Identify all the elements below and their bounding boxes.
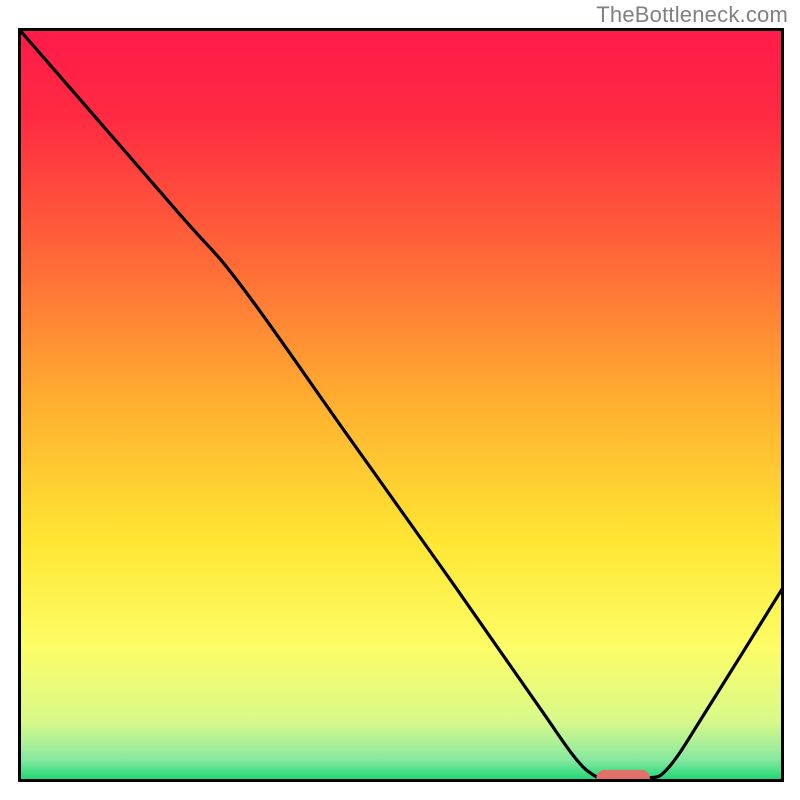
bottleneck-chart bbox=[18, 28, 784, 782]
chart-container bbox=[18, 28, 784, 782]
watermark-text: TheBottleneck.com bbox=[596, 2, 788, 28]
gradient-background bbox=[18, 28, 784, 782]
